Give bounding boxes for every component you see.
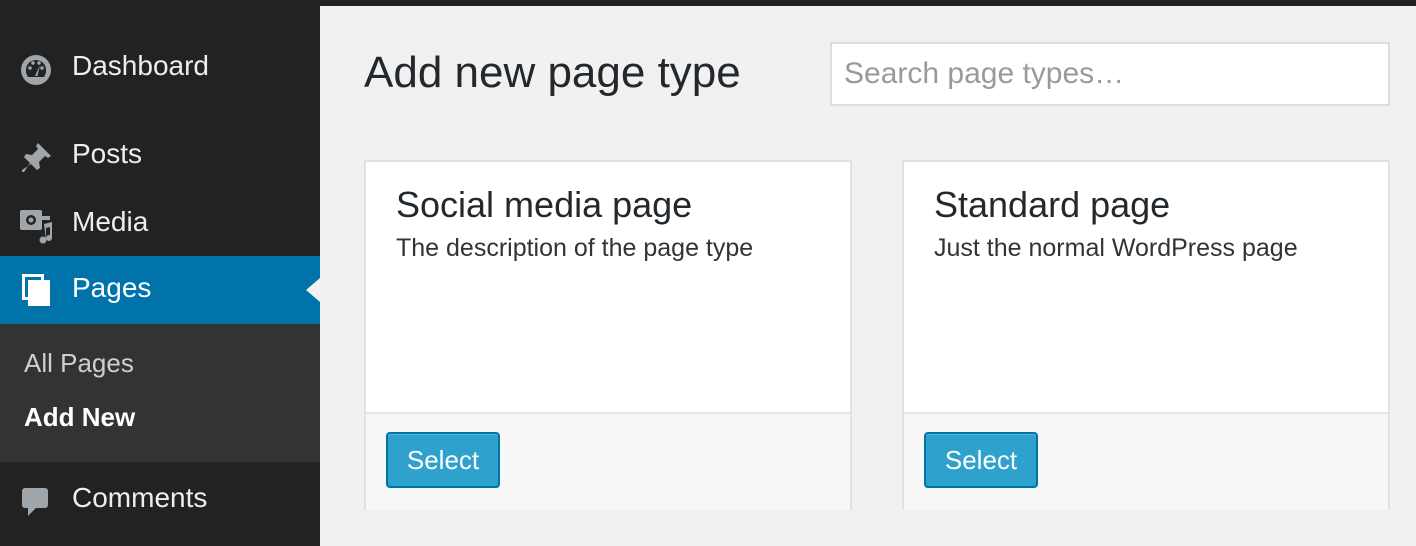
card-description: Just the normal WordPress page: [934, 234, 1298, 262]
card-footer: Select: [904, 412, 1388, 510]
sidebar-item-label: Dashboard: [72, 50, 209, 81]
sidebar-item-label: Posts: [72, 138, 143, 169]
sidebar-item-comments[interactable]: Comments: [0, 474, 320, 530]
media-icon: [18, 206, 54, 244]
submenu-item-add-new[interactable]: Add New: [24, 402, 135, 433]
sidebar-item-label: Pages: [72, 272, 152, 303]
comment-icon: [18, 484, 54, 520]
pages-icon: [18, 272, 54, 308]
card-description: The description of the page type: [396, 234, 754, 262]
pin-icon: [18, 140, 54, 176]
sidebar-item-label: Comments: [72, 482, 208, 513]
sidebar-item-label: Media: [72, 206, 149, 237]
active-pointer: [306, 278, 320, 302]
dashboard-icon: [18, 52, 54, 88]
card-title: Social media page: [396, 184, 693, 225]
sidebar-item-dashboard[interactable]: Dashboard: [0, 42, 320, 98]
sidebar-item-posts[interactable]: Posts: [0, 130, 320, 186]
submenu-item-all-pages[interactable]: All Pages: [24, 348, 134, 379]
page-type-card: Standard page Just the normal WordPress …: [902, 160, 1390, 510]
sidebar-item-media[interactable]: Media: [0, 198, 320, 254]
card-title: Standard page: [934, 184, 1171, 225]
select-button[interactable]: Select: [924, 432, 1038, 488]
pages-submenu: All Pages Add New: [0, 324, 320, 462]
select-button[interactable]: Select: [386, 432, 500, 488]
card-footer: Select: [366, 412, 850, 510]
page-title: Add new page type: [364, 48, 741, 97]
admin-sidebar: Dashboard Posts Media Pages All Pages Ad…: [0, 6, 320, 546]
search-input[interactable]: [830, 42, 1390, 106]
sidebar-item-pages[interactable]: Pages: [0, 256, 320, 324]
page-type-card: Social media page The description of the…: [364, 160, 852, 510]
